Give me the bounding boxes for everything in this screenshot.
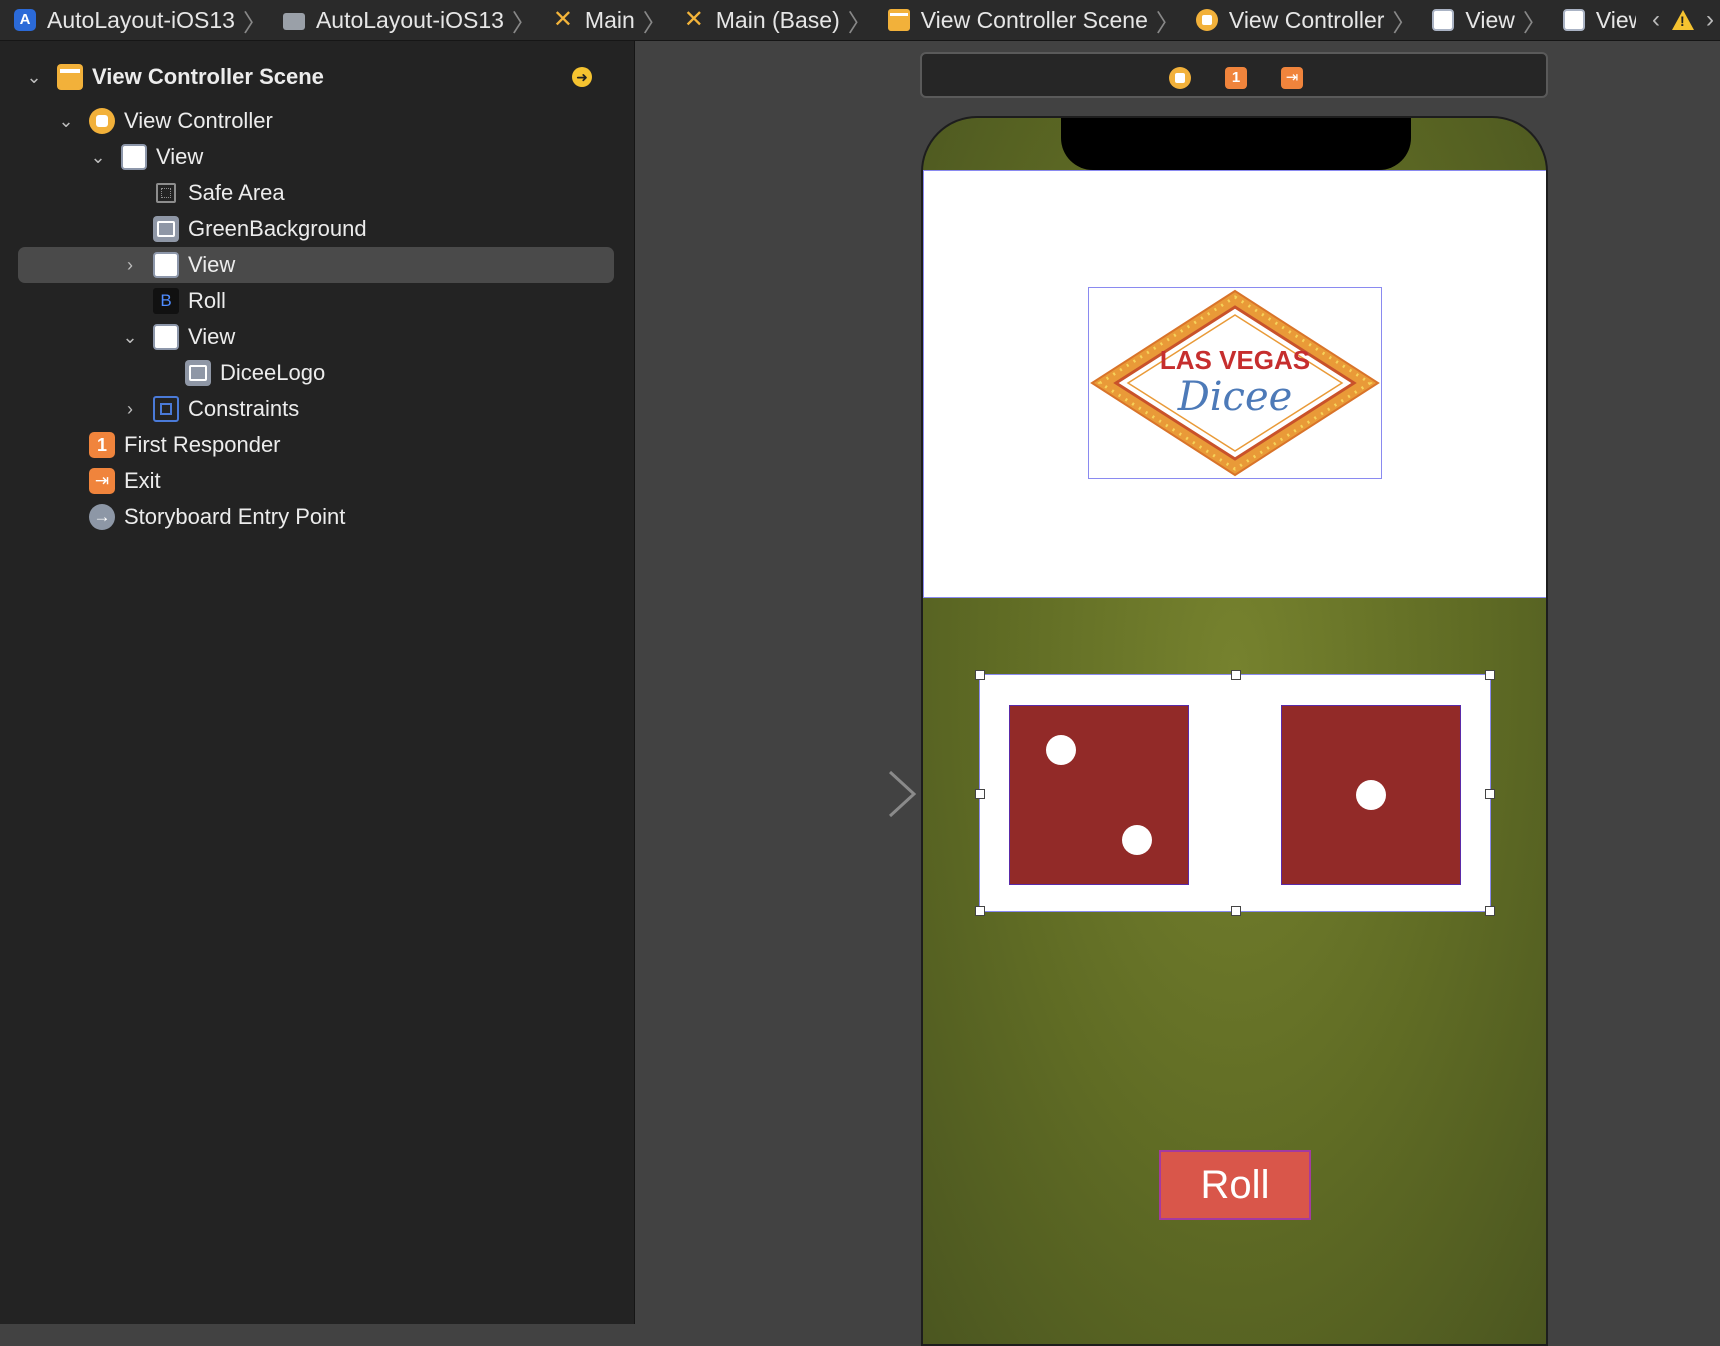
- dicee-logo-image[interactable]: LAS VEGAS Dicee: [1088, 287, 1382, 479]
- iphone-canvas[interactable]: LAS VEGAS Dicee Roll: [921, 116, 1548, 1346]
- breadcrumb-storyboard[interactable]: ✕ Main 〉: [538, 3, 669, 38]
- view-controller-icon: [89, 108, 115, 134]
- chevron-right-icon[interactable]: ›: [121, 399, 139, 420]
- storyboard-icon: ✕: [683, 6, 704, 33]
- chevron-down-icon[interactable]: ⌄: [57, 111, 75, 132]
- device-notch: [1061, 118, 1411, 170]
- outline-item-view-2[interactable]: ⌄ View: [0, 319, 634, 355]
- constraints-icon: [153, 396, 179, 422]
- image-view-icon: [153, 216, 179, 242]
- chevron-right-icon[interactable]: ›: [1706, 6, 1714, 34]
- logo-container-view[interactable]: LAS VEGAS Dicee: [923, 170, 1546, 598]
- resize-handle-top[interactable]: [1231, 670, 1241, 680]
- outline-item-safe-area[interactable]: Safe Area: [0, 175, 634, 211]
- resize-handle-bottom-left[interactable]: [975, 906, 985, 916]
- logo-title: LAS VEGAS: [1160, 345, 1310, 375]
- resize-handle-bottom[interactable]: [1231, 906, 1241, 916]
- button-icon: B: [153, 288, 179, 314]
- chevron-down-icon[interactable]: ⌄: [89, 147, 107, 168]
- view-icon: [1562, 9, 1585, 31]
- breadcrumb-project[interactable]: AutoLayout-iOS13〉: [0, 3, 269, 38]
- outline-item-dicee-logo[interactable]: DiceeLogo: [0, 355, 634, 391]
- go-to-scene-icon[interactable]: ➜: [572, 67, 592, 87]
- first-responder-icon[interactable]: 1: [1225, 67, 1247, 89]
- resize-handle-left[interactable]: [975, 789, 985, 799]
- dice-image-left[interactable]: [1009, 705, 1189, 885]
- document-outline: ⌄ View Controller Scene ➜ ⌄ View Control…: [0, 41, 635, 1324]
- scene-icon: [57, 64, 83, 90]
- chevron-right-icon[interactable]: ›: [121, 255, 139, 276]
- outline-item-view-selected[interactable]: › View: [18, 247, 614, 283]
- scene-dock: 1 ⇥: [920, 52, 1548, 98]
- view-controller-icon[interactable]: [1169, 67, 1191, 89]
- image-view-icon: [185, 360, 211, 386]
- resize-handle-top-left[interactable]: [975, 670, 985, 680]
- outline-item-view-controller[interactable]: ⌄ View Controller: [0, 103, 634, 139]
- safe-area-icon: [156, 183, 176, 203]
- scene-icon: [887, 9, 910, 31]
- view-controller-icon: [1195, 9, 1218, 31]
- outline-item-storyboard-entry-point[interactable]: → Storyboard Entry Point: [0, 499, 634, 535]
- exit-icon[interactable]: ⇥: [1281, 67, 1303, 89]
- storyboard-icon: ✕: [552, 6, 573, 33]
- first-responder-icon: 1: [89, 432, 115, 458]
- entry-point-icon: →: [89, 504, 115, 530]
- outline-item-first-responder[interactable]: 1 First Responder: [0, 427, 634, 463]
- outline-item-green-background[interactable]: GreenBackground: [0, 211, 634, 247]
- view-icon: [153, 252, 179, 278]
- resize-handle-bottom-right[interactable]: [1485, 906, 1495, 916]
- chevron-down-icon[interactable]: ⌄: [25, 67, 43, 88]
- logo-subtitle: Dicee: [1177, 374, 1293, 420]
- las-vegas-sign-graphic: LAS VEGAS Dicee: [1090, 289, 1380, 477]
- breadcrumb-scene[interactable]: View Controller Scene 〉: [874, 3, 1182, 38]
- jump-bar: AutoLayout-iOS13〉 AutoLayout-iOS13〉 ✕Mai…: [0, 0, 1720, 41]
- breadcrumb-view-selected[interactable]: View: [1549, 7, 1645, 34]
- jump-bar-controls: ‹ ›: [1636, 0, 1714, 40]
- chevron-down-icon[interactable]: ⌄: [121, 327, 139, 348]
- roll-button[interactable]: Roll: [1159, 1150, 1311, 1220]
- outline-item-view-controller-scene[interactable]: ⌄ View Controller Scene ➜: [0, 59, 634, 95]
- outline-item-view[interactable]: ⌄ View: [0, 139, 634, 175]
- dice-image-right[interactable]: [1281, 705, 1461, 885]
- breadcrumb-view[interactable]: View 〉: [1418, 3, 1548, 38]
- outline-item-exit[interactable]: Exit: [0, 463, 634, 499]
- resize-handle-right[interactable]: [1485, 789, 1495, 799]
- die-pip: [1046, 735, 1076, 765]
- die-pip: [1356, 780, 1386, 810]
- exit-icon: [89, 468, 115, 494]
- app-icon: [14, 9, 36, 31]
- folder-icon: [282, 13, 305, 30]
- resize-handle-top-right[interactable]: [1485, 670, 1495, 680]
- view-icon: [121, 144, 147, 170]
- dice-stack-view[interactable]: [975, 670, 1495, 916]
- outline-item-roll[interactable]: B Roll: [0, 283, 634, 319]
- breadcrumb-view-controller[interactable]: View Controller 〉: [1182, 3, 1419, 38]
- view-icon: [1432, 9, 1455, 31]
- breadcrumb-storyboard-base[interactable]: ✕ Main (Base) 〉: [669, 3, 874, 38]
- view-icon: [153, 324, 179, 350]
- warning-icon[interactable]: [1672, 10, 1694, 30]
- chevron-left-icon[interactable]: ‹: [1652, 6, 1660, 34]
- die-pip: [1122, 825, 1152, 855]
- outline-item-constraints[interactable]: › Constraints: [0, 391, 634, 427]
- breadcrumb-folder[interactable]: AutoLayout-iOS13 〉: [269, 3, 538, 38]
- storyboard-entry-arrow[interactable]: [770, 770, 920, 826]
